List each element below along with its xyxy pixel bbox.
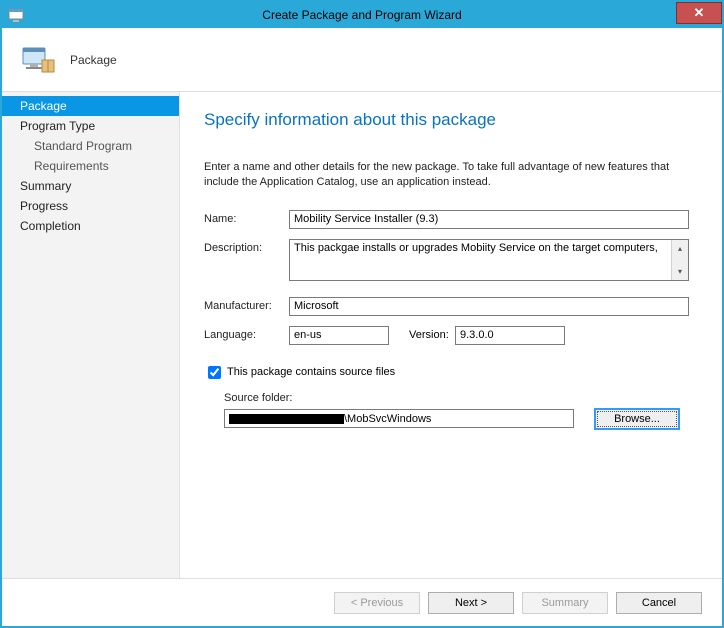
sidebar-item-requirements[interactable]: Requirements [2, 156, 179, 176]
sidebar-item-package[interactable]: Package [2, 96, 179, 116]
scroll-up-icon[interactable]: ▴ [672, 240, 688, 257]
sidebar-item-summary[interactable]: Summary [2, 176, 179, 196]
window-title: Create Package and Program Wizard [262, 8, 461, 22]
next-button[interactable]: Next > [428, 592, 514, 614]
field-row-description: Description: ▴ ▾ [204, 239, 696, 281]
description-scrollbar[interactable]: ▴ ▾ [671, 240, 688, 280]
field-row-manufacturer: Manufacturer: [204, 297, 696, 316]
source-folder-suffix: \MobSvcWindows [344, 413, 431, 425]
previous-button: < Previous [334, 592, 420, 614]
label-version: Version: [389, 326, 437, 341]
instruction-text: Enter a name and other details for the n… [204, 160, 696, 190]
wizard-window: Create Package and Program Wizard ✕ Pack… [0, 0, 724, 628]
page-title: Package [70, 53, 117, 67]
source-files-checkbox-label: This package contains source files [227, 366, 395, 378]
wizard-header: Package [2, 28, 722, 92]
titlebar: Create Package and Program Wizard ✕ [2, 2, 722, 28]
source-folder-input[interactable]: \MobSvcWindows [224, 409, 574, 428]
field-row-language-version: Language: Version: [204, 326, 696, 345]
wizard-content: Specify information about this package E… [180, 92, 722, 578]
label-source-folder: Source folder: [224, 392, 696, 404]
scroll-down-icon[interactable]: ▾ [672, 263, 688, 280]
content-title: Specify information about this package [204, 110, 696, 130]
label-description: Description: [204, 239, 289, 254]
source-files-checkbox[interactable] [208, 366, 221, 379]
manufacturer-input[interactable] [289, 297, 689, 316]
summary-button: Summary [522, 592, 608, 614]
browse-button[interactable]: Browse... [594, 408, 680, 430]
wizard-body: Package Program Type Standard Program Re… [2, 92, 722, 578]
sidebar-item-standard-program[interactable]: Standard Program [2, 136, 179, 156]
label-name: Name: [204, 210, 289, 225]
description-wrap: ▴ ▾ [289, 239, 689, 281]
source-folder-redacted [229, 414, 344, 424]
field-row-name: Name: [204, 210, 696, 229]
label-manufacturer: Manufacturer: [204, 297, 289, 312]
version-input[interactable] [455, 326, 565, 345]
source-files-checkbox-row: This package contains source files [204, 363, 696, 382]
wizard-sidebar: Package Program Type Standard Program Re… [2, 92, 180, 578]
sidebar-item-program-type[interactable]: Program Type [2, 116, 179, 136]
source-folder-group: Source folder: \MobSvcWindows Browse... [224, 392, 696, 430]
name-input[interactable] [289, 210, 689, 229]
wizard-footer: < Previous Next > Summary Cancel [2, 578, 722, 626]
language-input[interactable] [289, 326, 389, 345]
package-icon [20, 42, 56, 78]
label-language: Language: [204, 326, 289, 341]
description-input[interactable] [290, 240, 671, 280]
app-icon [8, 7, 24, 23]
sidebar-item-completion[interactable]: Completion [2, 216, 179, 236]
sidebar-item-progress[interactable]: Progress [2, 196, 179, 216]
cancel-button[interactable]: Cancel [616, 592, 702, 614]
source-folder-row: \MobSvcWindows Browse... [224, 408, 696, 430]
close-button[interactable]: ✕ [676, 2, 722, 24]
close-icon: ✕ [694, 5, 705, 21]
